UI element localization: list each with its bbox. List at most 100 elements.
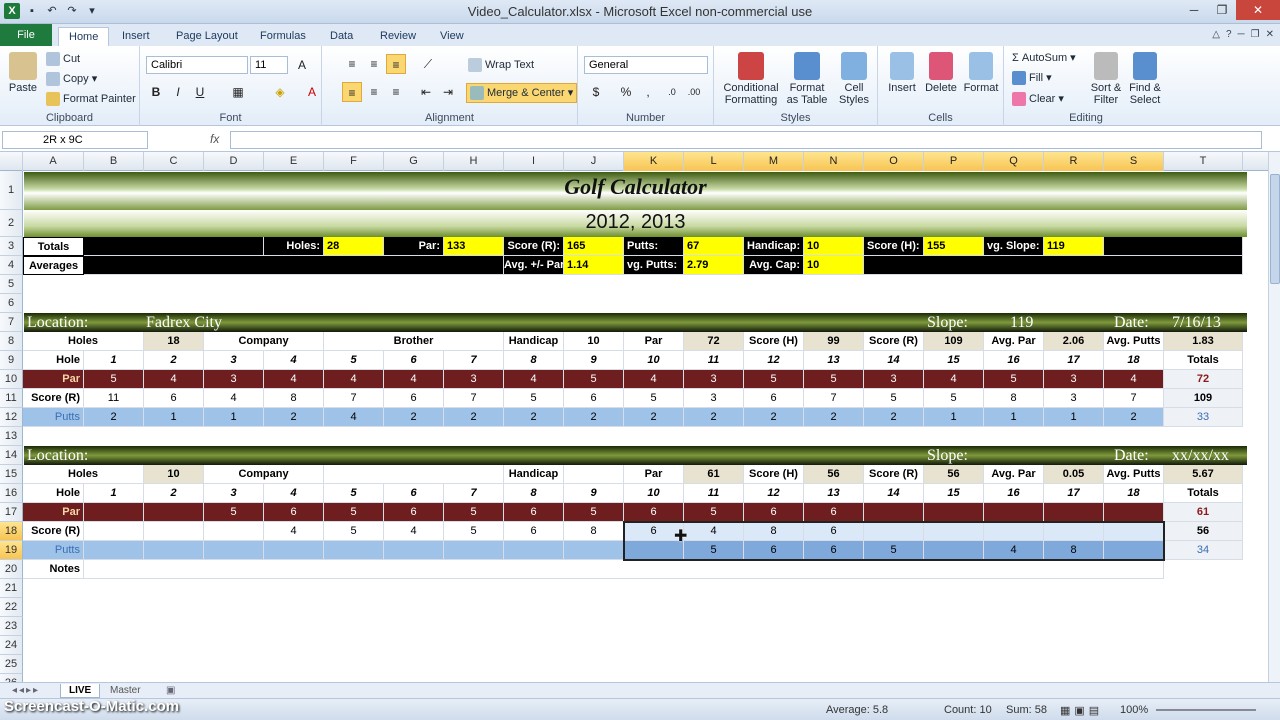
- conditional-formatting-button[interactable]: Conditional Formatting: [718, 52, 784, 106]
- total-bg[interactable]: [84, 237, 264, 256]
- score-cell[interactable]: 7: [324, 389, 384, 408]
- score-cell[interactable]: 4: [684, 522, 744, 541]
- putts-cell[interactable]: 2: [624, 408, 684, 427]
- tab-home[interactable]: Home: [58, 27, 110, 46]
- hole-number[interactable]: 9: [564, 484, 624, 503]
- par-cell[interactable]: 5: [204, 503, 264, 522]
- par-cell[interactable]: 3: [444, 370, 504, 389]
- font-name-combo[interactable]: Calibri: [146, 56, 248, 74]
- column-header-c[interactable]: C: [144, 152, 204, 171]
- avg-par-value[interactable]: 1.14: [564, 256, 624, 275]
- row-header-4[interactable]: 4: [0, 256, 23, 275]
- name-box[interactable]: 2R x 9C: [2, 131, 148, 149]
- score-cell[interactable]: 4: [264, 522, 324, 541]
- hole-number[interactable]: 8: [504, 351, 564, 370]
- column-header-s[interactable]: S: [1104, 152, 1164, 171]
- hole-number[interactable]: 14: [864, 351, 924, 370]
- hole-number[interactable]: 16: [984, 351, 1044, 370]
- tab-review[interactable]: Review: [370, 27, 426, 46]
- date-label[interactable]: Date:: [1114, 446, 1149, 465]
- putts-cell[interactable]: [144, 541, 204, 560]
- par-cell[interactable]: 3: [684, 370, 744, 389]
- row-header-8[interactable]: 8: [0, 332, 23, 351]
- currency-icon[interactable]: $: [586, 82, 606, 102]
- column-header-m[interactable]: M: [744, 152, 804, 171]
- par-label[interactable]: Par: [624, 332, 684, 351]
- location-label[interactable]: Location:: [27, 446, 88, 465]
- column-header-b[interactable]: B: [84, 152, 144, 171]
- score-h-value[interactable]: 56: [804, 465, 864, 484]
- slope-label[interactable]: Slope:: [927, 313, 968, 332]
- total-bg[interactable]: [84, 256, 504, 275]
- score-h-total-label[interactable]: Score (H):: [864, 237, 924, 256]
- slope-label[interactable]: Slope:: [927, 446, 968, 465]
- avg-putts-value[interactable]: 5.67: [1164, 465, 1243, 484]
- hole-number[interactable]: 11: [684, 484, 744, 503]
- wrap-text-button[interactable]: Wrap Text: [468, 58, 534, 72]
- hole-number[interactable]: 1: [84, 351, 144, 370]
- tab-formulas[interactable]: Formulas: [250, 27, 316, 46]
- delete-cells-button[interactable]: Delete: [922, 52, 960, 94]
- par-cell[interactable]: 4: [1104, 370, 1164, 389]
- score-r-total-label[interactable]: Score (R):: [504, 237, 564, 256]
- par-value[interactable]: 61: [684, 465, 744, 484]
- score-cell[interactable]: [1044, 522, 1104, 541]
- restore-icon[interactable]: ❐: [1208, 0, 1236, 20]
- putts-cell[interactable]: 2: [1104, 408, 1164, 427]
- tab-file[interactable]: File: [0, 24, 52, 46]
- score-cell[interactable]: 4: [204, 389, 264, 408]
- scroll-thumb[interactable]: [1270, 174, 1280, 284]
- hole-number[interactable]: 3: [204, 351, 264, 370]
- sheet-tab-master[interactable]: Master: [102, 684, 149, 698]
- row-header-12[interactable]: 12: [0, 408, 23, 427]
- par-cell[interactable]: [924, 503, 984, 522]
- hole-number[interactable]: 10: [624, 351, 684, 370]
- par-cell[interactable]: 5: [804, 370, 864, 389]
- putts-cell[interactable]: 5: [864, 541, 924, 560]
- putts-cell[interactable]: 6: [804, 541, 864, 560]
- putts-total[interactable]: 34: [1164, 541, 1243, 560]
- par-total[interactable]: 72: [1164, 370, 1243, 389]
- putts-cell[interactable]: 2: [504, 408, 564, 427]
- score-cell[interactable]: [204, 522, 264, 541]
- hole-label[interactable]: Hole: [23, 484, 84, 503]
- hole-number[interactable]: 1: [84, 484, 144, 503]
- notes-label[interactable]: Notes: [23, 560, 84, 579]
- avg-par-label[interactable]: Avg. Par: [984, 332, 1044, 351]
- putts-cell[interactable]: 4: [324, 408, 384, 427]
- hole-number[interactable]: 5: [324, 484, 384, 503]
- score-cell[interactable]: 7: [1104, 389, 1164, 408]
- column-header-d[interactable]: D: [204, 152, 264, 171]
- hole-number[interactable]: 5: [324, 351, 384, 370]
- par-cell[interactable]: 6: [384, 503, 444, 522]
- par-cell[interactable]: [144, 503, 204, 522]
- score-h-value[interactable]: 99: [804, 332, 864, 351]
- notes-field[interactable]: [84, 560, 1164, 579]
- putts-total-label[interactable]: Putts:: [624, 237, 684, 256]
- location-name[interactable]: Fadrex City: [146, 313, 222, 332]
- score-r-label[interactable]: Score (R): [864, 332, 924, 351]
- par-label[interactable]: Par: [624, 465, 684, 484]
- score-total[interactable]: 56: [1164, 522, 1243, 541]
- fill-color-icon[interactable]: ◈: [270, 82, 290, 102]
- par-cell[interactable]: 6: [504, 503, 564, 522]
- font-color-icon[interactable]: A: [302, 82, 322, 102]
- hole-number[interactable]: 18: [1104, 351, 1164, 370]
- score-cell[interactable]: 8: [744, 522, 804, 541]
- hole-number[interactable]: 18: [1104, 484, 1164, 503]
- score-cell[interactable]: 5: [924, 389, 984, 408]
- hole-number[interactable]: 17: [1044, 351, 1104, 370]
- par-cell[interactable]: 5: [324, 503, 384, 522]
- minimize-icon[interactable]: ─: [1180, 0, 1208, 20]
- putts-cell[interactable]: 2: [564, 408, 624, 427]
- score-cell[interactable]: [864, 522, 924, 541]
- handicap-label[interactable]: Handicap:: [744, 237, 804, 256]
- par-cell[interactable]: 4: [324, 370, 384, 389]
- holes-total-label[interactable]: Holes:: [264, 237, 324, 256]
- hole-number[interactable]: 11: [684, 351, 744, 370]
- putts-total-value[interactable]: 67: [684, 237, 744, 256]
- increase-indent-icon[interactable]: ⇥: [438, 82, 458, 102]
- hole-number[interactable]: 4: [264, 484, 324, 503]
- row-header-26[interactable]: 26: [0, 674, 23, 682]
- par-cell[interactable]: 4: [384, 370, 444, 389]
